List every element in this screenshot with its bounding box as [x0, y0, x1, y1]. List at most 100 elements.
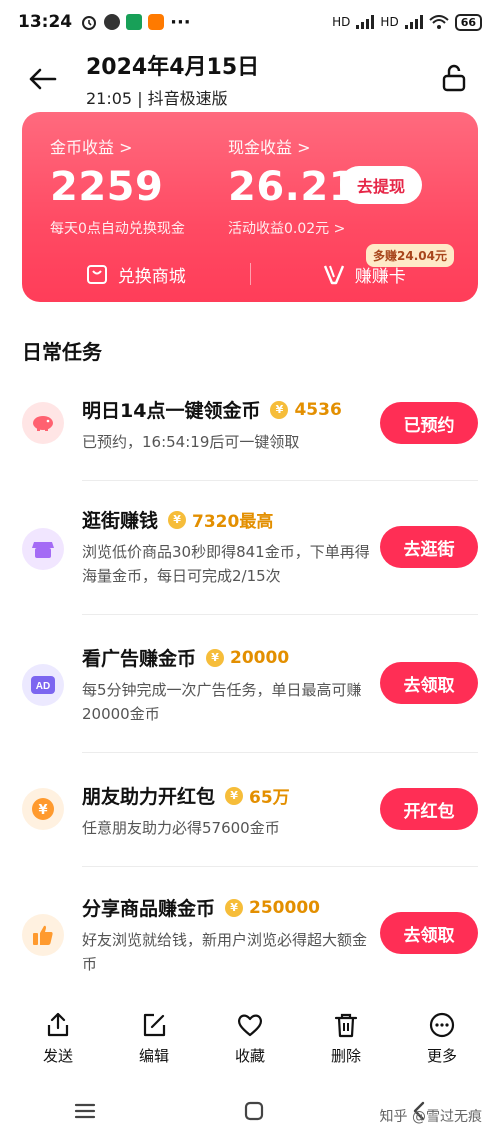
coin-icon: ¥: [225, 898, 244, 917]
edit-label: 编辑: [138, 1046, 169, 1065]
home-nav-button[interactable]: [244, 1101, 264, 1125]
coin-earnings-note: 每天0点自动兑换现金: [50, 221, 185, 237]
task-reward-value: 7320最高: [192, 512, 274, 532]
delete-label: 删除: [330, 1046, 361, 1065]
wifi-icon: [429, 15, 449, 29]
coin-earnings[interactable]: 金币收益 > 2259 每天0点自动兑换现金: [50, 134, 185, 238]
arrow-left-icon: [29, 68, 57, 90]
task-title-text: 朋友助力开红包: [82, 786, 216, 808]
divider: [82, 752, 478, 753]
shop-icon: [32, 542, 54, 558]
cash-earnings-value: 26.21: [228, 164, 358, 210]
earnings-card: 金币收益 > 2259 每天0点自动兑换现金 现金收益 > 26.21 活动收益…: [22, 112, 478, 302]
task-action-button[interactable]: 已预约: [380, 402, 478, 444]
shopping-bag-icon: [86, 265, 107, 284]
send-label: 发送: [42, 1046, 73, 1065]
task-item: 分享商品赚金币 ¥250000 好友浏览就给钱，新用户浏览必得超大额金币 去领取: [0, 894, 500, 984]
more-label: 更多: [426, 1046, 457, 1065]
earn-card-button[interactable]: 赚赚卡: [251, 262, 479, 287]
task-reward: ¥65万: [225, 783, 290, 808]
status-time: 13:24: [18, 12, 73, 32]
status-bar: 13:24 ··· HD HD 66: [0, 0, 500, 44]
signal-icon-2: [404, 15, 423, 29]
home-square-icon: [244, 1101, 264, 1120]
task-title: 明日14点一键领金币 ¥4536: [82, 396, 342, 423]
task-icon-bg: [22, 528, 64, 570]
app-icon-3: [148, 14, 165, 30]
task-icon-bg: ¥: [22, 788, 64, 830]
task-reward-value: 250000: [249, 897, 320, 918]
task-reward-value: 65万: [249, 788, 290, 808]
task-title: 逛街赚钱 ¥7320最高: [82, 506, 273, 533]
task-item: ¥ 朋友助力开红包 ¥65万 任意朋友助力必得57600金币 开红包: [0, 782, 500, 868]
signal-1-label: HD: [332, 15, 351, 29]
exchange-shop-button[interactable]: 兑换商城: [22, 262, 250, 287]
divider: [82, 866, 478, 867]
svg-text:AD: AD: [36, 681, 50, 692]
top-header: 2024年4月15日 21:05 | 抖音极速版: [0, 44, 500, 114]
task-title: 分享商品赚金币 ¥250000: [82, 894, 320, 921]
favorite-label: 收藏: [234, 1046, 265, 1065]
task-item: 逛街赚钱 ¥7320最高 浏览低价商品30秒即得841金币，下单再得海量金币，每…: [0, 506, 500, 616]
task-icon-bg: [22, 914, 64, 956]
task-action-button[interactable]: 去领取: [380, 912, 478, 954]
task-title-text: 看广告赚金币: [82, 648, 197, 670]
cash-earnings-label: 现金收益 >: [228, 138, 311, 157]
coin-icon: ¥: [270, 400, 289, 419]
card-bottom-row: 兑换商城 赚赚卡: [22, 254, 478, 294]
task-icon-bg: AD: [22, 664, 64, 706]
task-item: 明日14点一键领金币 ¥4536 已预约，16:54:19后可一键领取 已预约: [0, 392, 500, 482]
task-title: 看广告赚金币 ¥20000: [82, 644, 289, 671]
watermark: 知乎 @雪过无痕: [379, 1109, 482, 1125]
more-button[interactable]: 更多: [407, 1011, 477, 1066]
task-icon-bg: [22, 402, 64, 444]
app-icon-2: [126, 14, 143, 30]
task-title-text: 明日14点一键领金币: [82, 400, 261, 422]
task-description: 已预约，16:54:19后可一键领取: [82, 433, 300, 451]
yuan-coin-icon: ¥: [32, 798, 54, 820]
back-button[interactable]: [12, 49, 72, 109]
menu-nav-button[interactable]: [74, 1102, 96, 1124]
share-upload-icon: [47, 1012, 69, 1036]
status-right: HD HD 66: [332, 13, 482, 31]
signal-icon: [356, 15, 375, 29]
task-description: 任意朋友助力必得57600金币: [82, 819, 280, 837]
cash-earnings[interactable]: 现金收益 > 26.21 活动收益0.02元 >: [228, 134, 357, 238]
more-icon: [429, 1012, 455, 1037]
withdraw-button[interactable]: 去提现: [340, 166, 422, 204]
coin-icon: ¥: [168, 510, 187, 529]
more-dots-icon: ···: [170, 11, 191, 33]
coin-icon: ¥: [225, 786, 244, 805]
edit-button[interactable]: 编辑: [119, 1011, 189, 1066]
header-text: 2024年4月15日 21:05 | 抖音极速版: [86, 49, 259, 109]
task-action-button[interactable]: 去逛街: [380, 526, 478, 568]
task-action-button[interactable]: 去领取: [380, 662, 478, 704]
task-description: 好友浏览就给钱，新用户浏览必得超大额金币: [82, 931, 368, 973]
v-card-icon: [323, 265, 344, 285]
status-icons: ···: [80, 12, 191, 33]
send-button[interactable]: 发送: [23, 1011, 93, 1066]
page-title: 2024年4月15日: [86, 55, 260, 80]
thumbs-up-icon: [33, 925, 53, 945]
delete-button[interactable]: 删除: [311, 1011, 381, 1066]
task-title: 朋友助力开红包 ¥65万: [82, 782, 290, 809]
task-title-text: 逛街赚钱: [82, 510, 159, 532]
page-subtitle: 21:05 | 抖音极速版: [86, 89, 228, 108]
task-description: 浏览低价商品30秒即得841金币，下单再得海量金币，每日可完成2/15次: [82, 543, 370, 585]
task-action-button[interactable]: 开红包: [380, 788, 478, 830]
task-reward-value: 20000: [230, 647, 290, 668]
edit-icon: [143, 1013, 166, 1036]
favorite-button[interactable]: 收藏: [215, 1011, 285, 1066]
svg-text:¥: ¥: [38, 803, 47, 818]
divider: [82, 480, 478, 481]
unlock-button[interactable]: [438, 62, 470, 94]
trash-icon: [334, 1013, 358, 1037]
task-title-text: 分享商品赚金币: [82, 898, 216, 920]
alarm-icon: [82, 16, 97, 30]
daily-tasks-title: 日常任务: [22, 340, 102, 364]
task-reward: ¥20000: [206, 648, 289, 668]
earn-card-label: 赚赚卡: [354, 266, 406, 287]
exchange-shop-label: 兑换商城: [117, 266, 186, 287]
task-reward: ¥4536: [270, 400, 342, 420]
unlock-icon: [442, 64, 466, 92]
